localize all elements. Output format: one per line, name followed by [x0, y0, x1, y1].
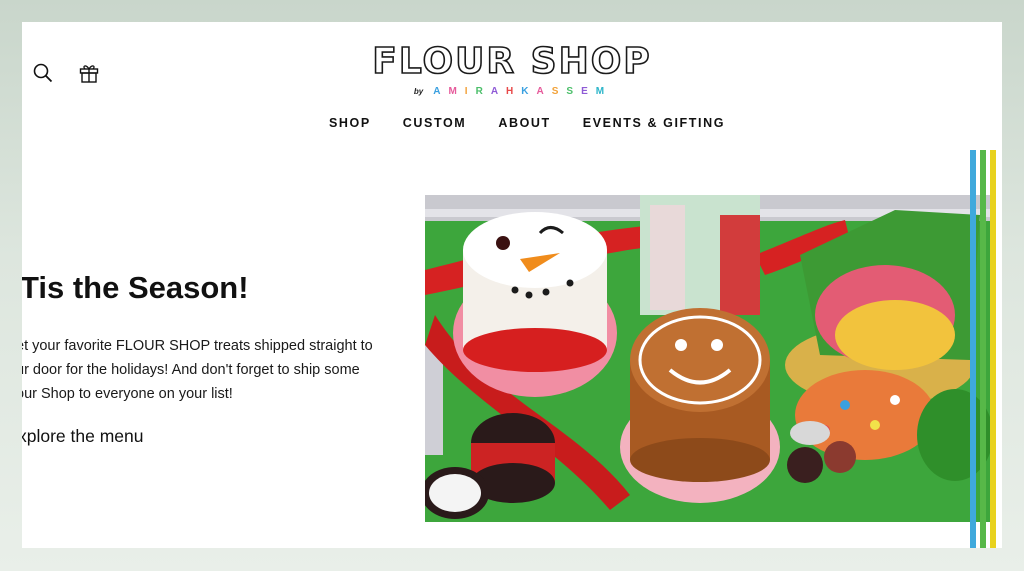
logo-letter: S [566, 86, 580, 97]
logo-letter: A [490, 86, 505, 97]
holiday-treats-photo [425, 195, 992, 522]
logo-wordmark: FLOUR SHOP [371, 41, 652, 83]
logo-letter: M [595, 86, 611, 97]
stripe-yellow [990, 150, 996, 548]
explore-menu-link[interactable]: xplore the menu [22, 426, 144, 447]
logo-letter: M [448, 86, 463, 97]
logo-letter: A [536, 86, 550, 97]
logo-letter: K [521, 86, 535, 97]
logo-letter: S [551, 86, 565, 97]
logo-letter: A [433, 86, 447, 97]
hero-description: et your favorite FLOUR SHOP treats shipp… [22, 334, 416, 406]
stripe-green [980, 150, 986, 548]
logo-letter: E [581, 86, 594, 97]
decorative-stripes [970, 150, 1002, 548]
logo-letter: I [464, 86, 474, 97]
logo-subtitle: by AMIRAHKASSEM [22, 86, 1002, 97]
hero-title: Tis the Season! [22, 270, 249, 305]
nav-events-gifting[interactable]: EVENTS & GIFTING [583, 116, 725, 130]
nav-about[interactable]: ABOUT [498, 116, 550, 130]
brand-logo[interactable]: FLOUR SHOP by AMIRAHKASSEM [22, 41, 1002, 97]
logo-by-text: by [413, 87, 424, 96]
nav-custom[interactable]: CUSTOM [403, 116, 467, 130]
main-nav: SHOP CUSTOM ABOUT EVENTS & GIFTING [22, 116, 1002, 130]
logo-letter: R [475, 86, 489, 97]
hero-description-line: et your favorite FLOUR SHOP treats shipp… [22, 338, 373, 354]
logo-letter: H [506, 86, 520, 97]
hero-description-line: ur door for the holidays! And don't forg… [22, 362, 360, 378]
nav-shop[interactable]: SHOP [329, 116, 371, 130]
stripe-blue [970, 150, 976, 548]
hero-description-line: our Shop to everyone on your list! [22, 386, 233, 402]
page: FLOUR SHOP by AMIRAHKASSEM SHOP CUSTOM A… [22, 22, 1002, 548]
